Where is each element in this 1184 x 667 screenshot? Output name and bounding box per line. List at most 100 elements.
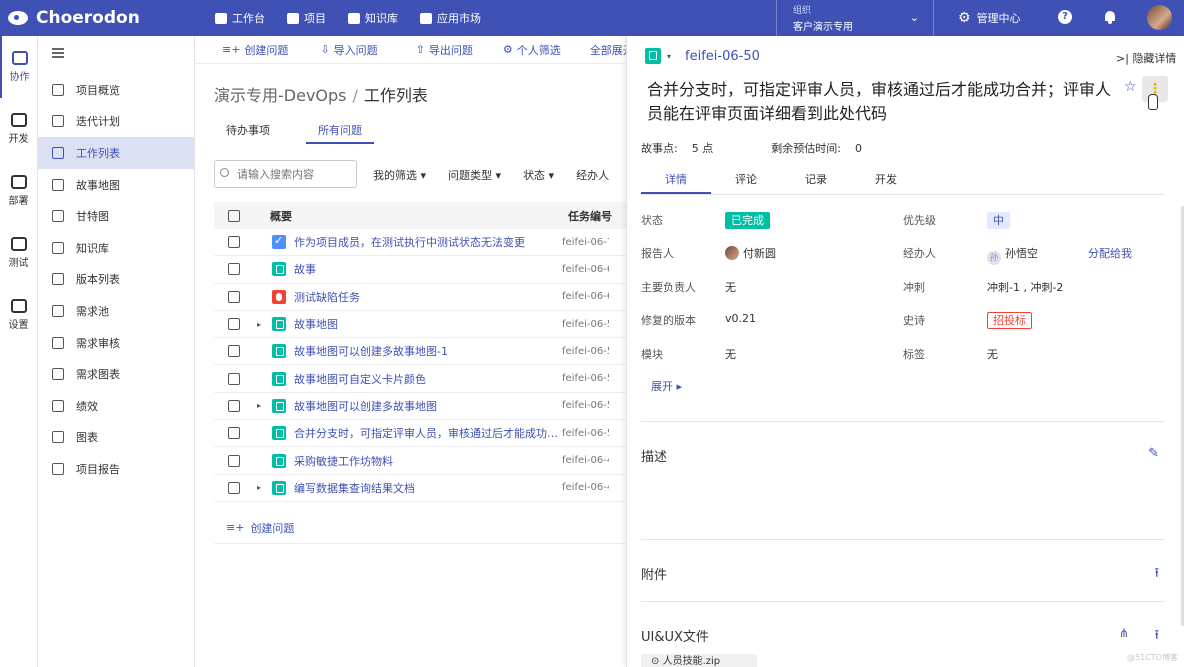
- row-checkbox[interactable]: [228, 318, 240, 331]
- sidebar-item-versions[interactable]: 版本列表: [38, 264, 194, 296]
- row-summary[interactable]: 故事地图: [294, 316, 562, 332]
- table-row[interactable]: 作为项目成员，在测试执行中测试状态无法变更feifei-06-7: [214, 229, 626, 257]
- row-summary[interactable]: 测试缺陷任务: [294, 289, 562, 305]
- filter-mine[interactable]: 我的筛选 ▾: [373, 167, 426, 183]
- create-issue-inline-button[interactable]: ≡+ 创建问题: [214, 512, 626, 544]
- org-selector[interactable]: 组织 客户演示专用 ⌄: [776, 0, 934, 36]
- rail-settings[interactable]: 设置: [0, 284, 37, 346]
- sidebar-item-req-charts[interactable]: 需求图表: [38, 358, 194, 390]
- row-checkbox[interactable]: [228, 427, 240, 440]
- filter-status[interactable]: 状态 ▾: [523, 167, 554, 183]
- star-icon[interactable]: ☆: [1124, 79, 1137, 95]
- row-checkbox[interactable]: [228, 372, 240, 385]
- tab-details[interactable]: 详情: [641, 168, 711, 194]
- row-checkbox[interactable]: [228, 290, 240, 303]
- share-nodes-icon[interactable]: ⋔: [1119, 626, 1129, 640]
- sidebar-item-overview[interactable]: 项目概览: [38, 74, 194, 106]
- avatar[interactable]: [1147, 5, 1172, 30]
- personal-filter-button[interactable]: ⚙ 个人筛选: [503, 42, 561, 58]
- reporter-value[interactable]: 付新圆: [725, 245, 776, 261]
- topnav-market[interactable]: 应用市场: [420, 10, 481, 26]
- rail-collab[interactable]: 协作: [0, 36, 37, 98]
- status-badge[interactable]: 已完成: [725, 212, 770, 229]
- edit-pencil-icon[interactable]: ✎: [1148, 446, 1159, 461]
- table-row[interactable]: 测试缺陷任务 feifei-06-6: [214, 284, 626, 311]
- sidebar-item-worklist[interactable]: 工作列表: [38, 137, 194, 169]
- sprint-value[interactable]: 冲刺-1 , 冲刺-2: [987, 279, 1063, 295]
- bell-icon[interactable]: [1104, 11, 1116, 24]
- export-issue-button[interactable]: ⇧ 导出问题: [416, 42, 473, 58]
- detail-title[interactable]: 合并分支时，可指定评审人员，审核通过后才能成功合并；评审人员能在评审页面详细看到…: [647, 78, 1117, 126]
- assign-to-me-link[interactable]: 分配给我: [1088, 245, 1132, 261]
- breadcrumb-project[interactable]: 演示专用-DevOps: [214, 86, 347, 105]
- table-row[interactable]: ▸ 故事地图可以创建多故事地图 feifei-06-5: [214, 393, 626, 421]
- row-checkbox[interactable]: [228, 236, 240, 249]
- sidebar-item-iteration[interactable]: 迭代计划: [38, 106, 194, 138]
- expand-arrow-icon[interactable]: ▸: [257, 401, 261, 410]
- topnav-project[interactable]: 项目: [287, 10, 326, 26]
- caret-down-icon[interactable]: ▾: [667, 52, 671, 61]
- expand-arrow-icon[interactable]: ▸: [257, 483, 261, 492]
- row-summary[interactable]: 采购敏捷工作坊物料: [294, 453, 562, 469]
- assignee-value[interactable]: 孙孙悟空: [987, 245, 1038, 266]
- sidebar-item-gantt[interactable]: 甘特图: [38, 200, 194, 232]
- table-row[interactable]: 故事地图可自定义卡片颜色 feifei-06-5: [214, 365, 626, 393]
- fix-version-value[interactable]: v0.21: [725, 312, 756, 325]
- sidebar-item-charts[interactable]: 图表: [38, 422, 194, 454]
- brand[interactable]: Choerodon: [8, 0, 140, 36]
- attachment-chip[interactable]: ⊙ 人员技能.zip: [641, 654, 757, 667]
- row-checkbox[interactable]: [228, 399, 240, 412]
- tab-all-issues[interactable]: 所有问题: [306, 120, 374, 144]
- topnav-home[interactable]: 工作台: [215, 10, 265, 26]
- rail-deploy[interactable]: 部署: [0, 160, 37, 222]
- owner-value[interactable]: 无: [725, 279, 736, 295]
- detail-issue-code[interactable]: feifei-06-50: [685, 49, 760, 64]
- help-icon[interactable]: ?: [1058, 10, 1072, 24]
- upload-icon[interactable]: ⭱: [1154, 626, 1159, 648]
- select-all-checkbox[interactable]: [228, 209, 240, 222]
- rail-dev[interactable]: 开发: [0, 98, 37, 160]
- row-summary[interactable]: 故事: [294, 261, 562, 277]
- upload-icon[interactable]: ⭱: [1154, 564, 1159, 586]
- row-checkbox[interactable]: [228, 263, 240, 276]
- sidebar-item-storymap[interactable]: 故事地图: [38, 169, 194, 201]
- table-row[interactable]: 合并分支时，可指定评审人员，审核通过后才能成功合并... feifei-06-5: [214, 420, 626, 448]
- filter-issue-type[interactable]: 问题类型 ▾: [448, 167, 501, 183]
- row-summary[interactable]: 合并分支时，可指定评审人员，审核通过后才能成功合并...: [294, 425, 562, 441]
- row-summary[interactable]: 故事地图可以创建多故事地图: [294, 398, 562, 414]
- story-points-value[interactable]: 5 点: [692, 142, 714, 155]
- create-issue-button[interactable]: ≡+ 创建问题: [222, 42, 288, 58]
- tag-value[interactable]: 无: [987, 346, 998, 362]
- import-issue-button[interactable]: ⇩ 导入问题: [320, 42, 377, 58]
- sidebar-item-performance[interactable]: 绩效: [38, 390, 194, 422]
- table-row[interactable]: 故事 feifei-06-6: [214, 256, 626, 284]
- tab-comments[interactable]: 评论: [711, 168, 781, 194]
- rail-test[interactable]: 测试: [0, 222, 37, 284]
- header-summary[interactable]: 概要: [270, 208, 568, 224]
- row-summary[interactable]: 作为项目成员，在测试执行中测试状态无法变更: [294, 234, 562, 250]
- filter-assignee[interactable]: 经办人: [576, 167, 609, 183]
- module-value[interactable]: 无: [725, 346, 736, 362]
- row-summary[interactable]: 故事地图可自定义卡片颜色: [294, 371, 562, 387]
- table-row[interactable]: 故事地图可以创建多故事地图-1 feifei-06-5: [214, 338, 626, 366]
- search-input[interactable]: [214, 160, 357, 188]
- menu-toggle-icon[interactable]: [52, 48, 64, 58]
- expand-fields-button[interactable]: 展开 ▸: [651, 378, 682, 394]
- sidebar-item-knowledge[interactable]: 知识库: [38, 232, 194, 264]
- row-summary[interactable]: 编写数据集查询结果文档: [294, 480, 562, 496]
- table-row[interactable]: ▸ 编写数据集查询结果文档 feifei-06-4: [214, 475, 626, 502]
- tab-dev[interactable]: 开发: [851, 168, 921, 194]
- header-code[interactable]: 任务编号: [568, 208, 626, 224]
- sidebar-item-review[interactable]: 需求审核: [38, 327, 194, 359]
- row-checkbox[interactable]: [228, 481, 240, 494]
- management-center[interactable]: ⚙ 管理中心: [958, 0, 1021, 36]
- topnav-knowledge[interactable]: 知识库: [348, 10, 398, 26]
- tab-backlog[interactable]: 待办事项: [214, 120, 282, 144]
- row-summary[interactable]: 故事地图可以创建多故事地图-1: [294, 343, 562, 359]
- row-checkbox[interactable]: [228, 454, 240, 467]
- priority-badge[interactable]: 中: [987, 212, 1010, 229]
- table-row[interactable]: ▸ 故事地图 feifei-06-5: [214, 311, 626, 339]
- hide-detail-button[interactable]: >| 隐藏详情: [1116, 50, 1176, 66]
- row-checkbox[interactable]: [228, 345, 240, 358]
- remaining-value[interactable]: 0: [855, 142, 862, 155]
